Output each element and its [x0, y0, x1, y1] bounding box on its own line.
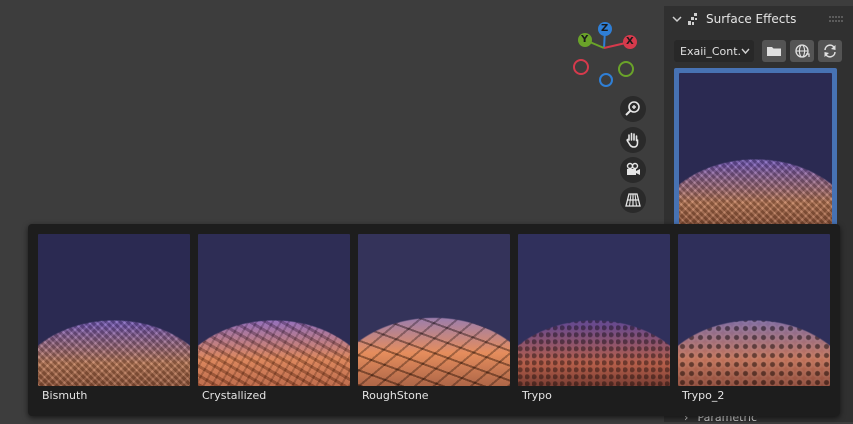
effect-tile-roughstone[interactable]: RoughStone: [358, 234, 510, 410]
camera-icon: [626, 162, 640, 175]
zoom-button[interactable]: [620, 96, 646, 122]
panel-title: Surface Effects: [706, 12, 797, 26]
effect-tile-crystallized[interactable]: Crystallized: [198, 234, 350, 410]
surface-effects-icon: [688, 13, 697, 25]
gizmo-neg-z: [599, 73, 613, 87]
camera-view-button[interactable]: [620, 157, 646, 183]
online-library-button[interactable]: [790, 40, 814, 62]
gizmo-neg-x: [573, 59, 589, 75]
preview-image: [679, 73, 832, 225]
effect-thumbnail: [198, 234, 350, 386]
open-folder-button[interactable]: [762, 40, 786, 62]
refresh-icon: [824, 44, 836, 58]
library-dropdown[interactable]: Exaii_Cont...: [674, 40, 754, 62]
gizmo-x-label: X: [626, 36, 634, 47]
globe-icon: [795, 44, 810, 58]
effect-thumbnail: [38, 234, 190, 386]
chevron-down-icon: [741, 48, 750, 55]
gizmo-y-label: Y: [581, 34, 589, 45]
perspective-grid-icon: [625, 193, 641, 207]
effect-label: Trypo: [522, 389, 552, 402]
library-toolbar: Exaii_Cont...: [674, 40, 846, 62]
effect-label: Trypo_2: [682, 389, 725, 402]
refresh-button[interactable]: [818, 40, 842, 62]
chevron-down-icon[interactable]: [671, 13, 683, 25]
effects-preview-popup: Bismuth Crystallized RoughStone Trypo Tr…: [28, 224, 840, 416]
effect-tile-trypo-2[interactable]: Trypo_2: [678, 234, 830, 410]
effect-thumbnail: [678, 234, 830, 386]
effect-label: RoughStone: [362, 389, 429, 402]
pan-button[interactable]: [620, 127, 646, 153]
pan-hand-icon: [626, 132, 639, 148]
perspective-toggle-button[interactable]: [620, 187, 646, 213]
effect-thumbnail: [358, 234, 510, 386]
zoom-icon: [625, 101, 640, 116]
drag-grip-icon[interactable]: [829, 16, 843, 22]
effect-label: Crystallized: [202, 389, 267, 402]
effect-label: Bismuth: [42, 389, 88, 402]
gizmo-neg-y: [618, 61, 634, 77]
panel-header[interactable]: Surface Effects: [664, 6, 853, 32]
gizmo-z-label: Z: [601, 23, 609, 34]
library-dropdown-value: Exaii_Cont...: [680, 44, 742, 58]
effect-thumbnail: [518, 234, 670, 386]
selected-effect-preview[interactable]: [674, 68, 837, 226]
folder-icon: [767, 47, 781, 56]
navigation-gizmo[interactable]: Z Y X: [568, 20, 644, 92]
effect-tile-trypo[interactable]: Trypo: [518, 234, 670, 410]
effect-tile-bismuth[interactable]: Bismuth: [38, 234, 190, 410]
